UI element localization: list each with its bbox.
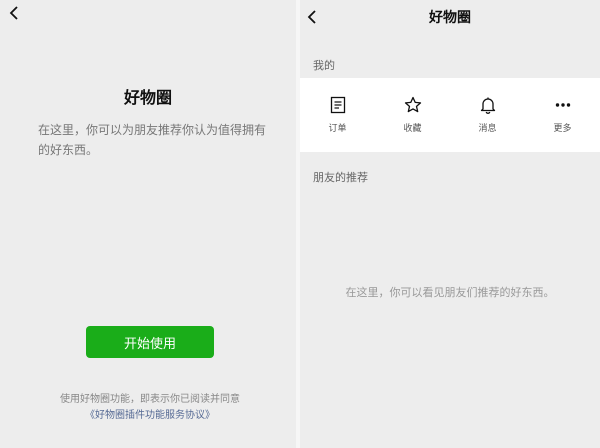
- order-icon: [328, 95, 348, 115]
- intro-description: 在这里，你可以为朋友推荐你认为值得拥有的好东西。: [38, 123, 267, 157]
- mine-item-messages[interactable]: 消息: [450, 78, 525, 152]
- bell-icon: [478, 95, 498, 115]
- intro-screen: 好物圈 在这里，你可以为朋友推荐你认为值得拥有的好东西。 开始使用 使用好物圈功…: [0, 0, 296, 448]
- mine-item-label: 消息: [478, 124, 497, 134]
- page-title: 好物圈: [123, 88, 172, 107]
- section-label-friends: 朋友的推荐: [313, 171, 368, 184]
- page-title: 好物圈: [429, 10, 471, 26]
- agreement-text: 使用好物圈功能，即表示你已阅读并同意: [60, 394, 240, 405]
- agreement-link[interactable]: 《好物圈插件功能服务协议》: [0, 408, 296, 424]
- mine-item-favorites[interactable]: 收藏: [375, 78, 450, 152]
- empty-state-text: 在这里，你可以看见朋友们推荐的好东西。: [345, 286, 555, 299]
- mine-item-order[interactable]: 订单: [300, 78, 375, 152]
- home-screen: 好物圈 我的 订单 收藏 消息 更多 朋友的推荐 在这里，你可以看见朋友们推荐的…: [300, 0, 600, 448]
- more-icon: [553, 95, 573, 115]
- mine-panel: 订单 收藏 消息 更多: [300, 78, 600, 152]
- back-icon[interactable]: [8, 6, 22, 20]
- agreement-notice: 使用好物圈功能，即表示你已阅读并同意 《好物圈插件功能服务协议》: [0, 392, 296, 424]
- star-icon: [403, 95, 423, 115]
- section-label-mine: 我的: [313, 59, 335, 72]
- mine-item-label: 订单: [328, 124, 347, 134]
- screens-container: 好物圈 在这里，你可以为朋友推荐你认为值得拥有的好东西。 开始使用 使用好物圈功…: [0, 0, 600, 448]
- mine-item-label: 更多: [553, 124, 572, 134]
- start-button[interactable]: 开始使用: [86, 326, 214, 358]
- mine-item-label: 收藏: [403, 124, 422, 134]
- mine-item-more[interactable]: 更多: [525, 78, 600, 152]
